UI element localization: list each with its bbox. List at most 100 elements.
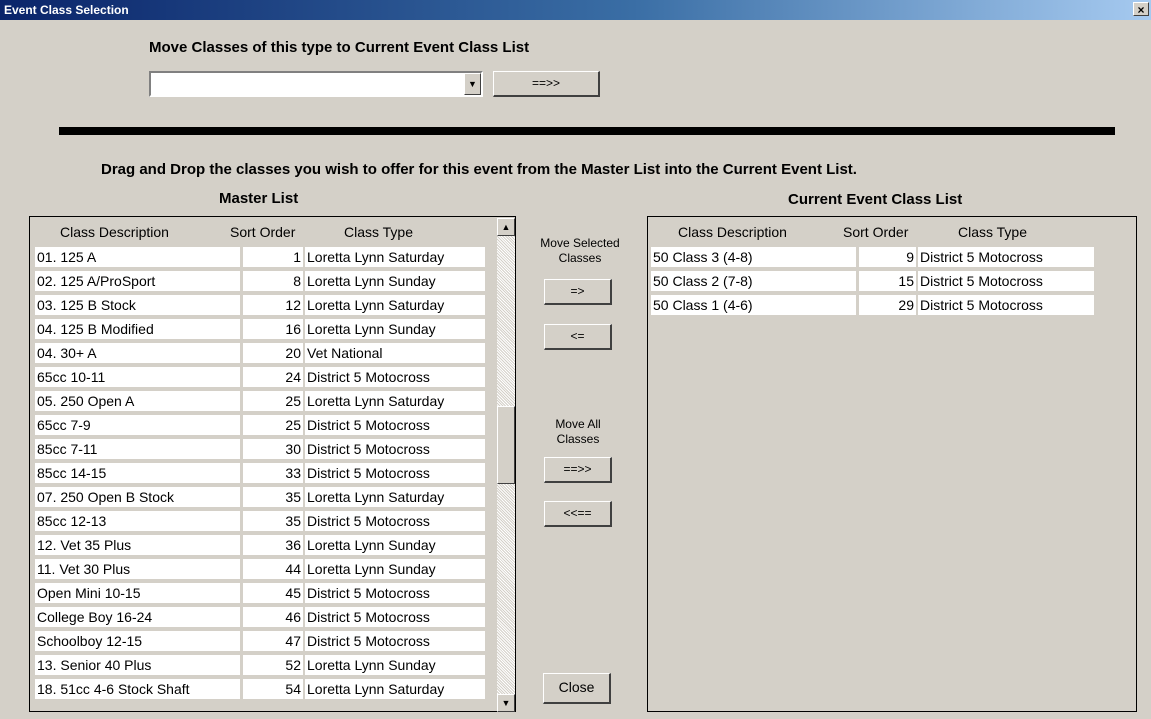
master-scrollbar[interactable]: ▲ ▼ xyxy=(497,218,515,712)
sort-order-cell: 52 xyxy=(243,655,303,675)
sort-order-cell: 25 xyxy=(243,415,303,435)
list-row[interactable]: 01. 125 A 1 Loretta Lynn Saturday xyxy=(30,247,515,267)
class-description-cell: 85cc 7-11 xyxy=(35,439,240,459)
list-row[interactable]: 18. 51cc 4-6 Stock Shaft 54 Loretta Lynn S… xyxy=(30,679,515,699)
sort-order-cell: 45 xyxy=(243,583,303,603)
class-type-cell: District 5 Motocross xyxy=(305,415,485,435)
sort-order-cell: 9 xyxy=(859,247,916,267)
class-type-cell: District 5 Motocross xyxy=(305,463,485,483)
list-row[interactable]: 05. 250 Open A 25 Loretta Lynn Saturday xyxy=(30,391,515,411)
move-type-button[interactable]: ==>> xyxy=(493,71,600,97)
class-type-cell: District 5 Motocross xyxy=(305,607,485,627)
class-description-cell: 50 Class 3 (4-8) xyxy=(651,247,856,267)
class-description-cell: 01. 125 A xyxy=(35,247,240,267)
class-type-cell: Loretta Lynn Sunday xyxy=(305,535,485,555)
class-type-combo[interactable]: ▼ xyxy=(149,71,483,97)
class-description-cell: College Boy 16-24 xyxy=(35,607,240,627)
class-description-cell: 50 Class 1 (4-6) xyxy=(651,295,856,315)
column-header-class-type[interactable]: Class Type xyxy=(958,224,1027,240)
sort-order-cell: 46 xyxy=(243,607,303,627)
class-description-cell: 85cc 14-15 xyxy=(35,463,240,483)
class-type-cell: Loretta Lynn Saturday xyxy=(305,487,485,507)
list-row[interactable]: College Boy 16-24 46 District 5 Motocross xyxy=(30,607,515,627)
sort-order-cell: 15 xyxy=(859,271,916,291)
class-type-cell: Loretta Lynn Sunday xyxy=(305,271,485,291)
class-description-cell: Schoolboy 12-15 xyxy=(35,631,240,651)
scroll-down-icon[interactable]: ▼ xyxy=(497,694,515,712)
list-row[interactable]: 02. 125 A/ProSport 8 Loretta Lynn Sunday xyxy=(30,271,515,291)
class-type-cell: Loretta Lynn Sunday xyxy=(305,655,485,675)
list-row[interactable]: 13. Senior 40 Plus 52 Loretta Lynn Sunday xyxy=(30,655,515,675)
title-bar: Event Class Selection × xyxy=(0,0,1151,20)
column-header-description[interactable]: Class Description xyxy=(678,224,787,240)
list-row[interactable]: 07. 250 Open B Stock 35 Loretta Lynn Satur… xyxy=(30,487,515,507)
list-row[interactable]: Open Mini 10-15 45 District 5 Motocross xyxy=(30,583,515,603)
list-row[interactable]: 04. 125 B Modified 16 Loretta Lynn Sunday xyxy=(30,319,515,339)
class-description-cell: 85cc 12-13 xyxy=(35,511,240,531)
current-event-list[interactable]: Class Description Sort Order Class Type … xyxy=(647,216,1137,712)
sort-order-cell: 33 xyxy=(243,463,303,483)
list-row[interactable]: 04. 30+ A 20 Vet National xyxy=(30,343,515,363)
sort-order-cell: 1 xyxy=(243,247,303,267)
class-description-cell: Open Mini 10-15 xyxy=(35,583,240,603)
sort-order-cell: 35 xyxy=(243,511,303,531)
class-description-cell: 11. Vet 30 Plus xyxy=(35,559,240,579)
list-row[interactable]: 65cc 7-9 25 District 5 Motocross xyxy=(30,415,515,435)
column-header-class-type[interactable]: Class Type xyxy=(344,224,413,240)
window-title: Event Class Selection xyxy=(4,3,129,17)
sort-order-cell: 47 xyxy=(243,631,303,651)
class-type-cell: Vet National xyxy=(305,343,485,363)
list-row[interactable]: Schoolboy 12-15 47 District 5 Motocross xyxy=(30,631,515,651)
class-type-cell: District 5 Motocross xyxy=(918,247,1094,267)
class-type-cell: Loretta Lynn Saturday xyxy=(305,391,485,411)
list-row[interactable]: 11. Vet 30 Plus 44 Loretta Lynn Sunday xyxy=(30,559,515,579)
list-row[interactable]: 50 Class 2 (7-8) 15 District 5 Motocross xyxy=(648,271,1136,291)
close-button[interactable]: Close xyxy=(543,673,611,704)
class-description-cell: 12. Vet 35 Plus xyxy=(35,535,240,555)
add-selected-button[interactable]: => xyxy=(544,279,612,305)
sort-order-cell: 35 xyxy=(243,487,303,507)
sort-order-cell: 36 xyxy=(243,535,303,555)
master-list[interactable]: Class Description Sort Order Class Type … xyxy=(29,216,516,712)
list-row[interactable]: 50 Class 3 (4-8) 9 District 5 Motocross xyxy=(648,247,1136,267)
remove-all-button[interactable]: <<== xyxy=(544,501,612,527)
column-header-sort-order[interactable]: Sort Order xyxy=(843,224,908,240)
class-description-cell: 07. 250 Open B Stock xyxy=(35,487,240,507)
column-header-sort-order[interactable]: Sort Order xyxy=(230,224,295,240)
class-description-cell: 50 Class 2 (7-8) xyxy=(651,271,856,291)
class-type-cell: Loretta Lynn Saturday xyxy=(305,295,485,315)
column-header-description[interactable]: Class Description xyxy=(60,224,169,240)
scroll-thumb[interactable] xyxy=(497,406,515,484)
close-icon[interactable]: × xyxy=(1133,2,1149,17)
class-type-cell: Loretta Lynn Saturday xyxy=(305,679,485,699)
sort-order-cell: 30 xyxy=(243,439,303,459)
list-row[interactable]: 85cc 12-13 35 District 5 Motocross xyxy=(30,511,515,531)
sort-order-cell: 24 xyxy=(243,367,303,387)
list-row[interactable]: 50 Class 1 (4-6) 29 District 5 Motocross xyxy=(648,295,1136,315)
add-all-button[interactable]: ==>> xyxy=(544,457,612,483)
class-type-cell: District 5 Motocross xyxy=(305,367,485,387)
move-all-label: Move All Classes xyxy=(555,417,601,446)
class-description-cell: 02. 125 A/ProSport xyxy=(35,271,240,291)
sort-order-cell: 8 xyxy=(243,271,303,291)
scroll-up-icon[interactable]: ▲ xyxy=(497,218,515,236)
list-row[interactable]: 85cc 14-15 33 District 5 Motocross xyxy=(30,463,515,483)
class-description-cell: 65cc 7-9 xyxy=(35,415,240,435)
remove-selected-button[interactable]: <= xyxy=(544,324,612,350)
sort-order-cell: 54 xyxy=(243,679,303,699)
sort-order-cell: 12 xyxy=(243,295,303,315)
sort-order-cell: 25 xyxy=(243,391,303,411)
current-list-title: Current Event Class List xyxy=(788,191,963,208)
list-row[interactable]: 65cc 10-11 24 District 5 Motocross xyxy=(30,367,515,387)
sort-order-cell: 29 xyxy=(859,295,916,315)
list-row[interactable]: 85cc 7-11 30 District 5 Motocross xyxy=(30,439,515,459)
list-row[interactable]: 12. Vet 35 Plus 36 Loretta Lynn Sunday xyxy=(30,535,515,555)
class-description-cell: 18. 51cc 4-6 Stock Shaft xyxy=(35,679,240,699)
chevron-down-icon[interactable]: ▼ xyxy=(464,73,481,95)
instruction-text: Drag and Drop the classes you wish to of… xyxy=(101,161,857,178)
move-selected-label: Move Selected Classes xyxy=(540,236,620,265)
class-description-cell: 65cc 10-11 xyxy=(35,367,240,387)
list-row[interactable]: 03. 125 B Stock 12 Loretta Lynn Saturday xyxy=(30,295,515,315)
sort-order-cell: 20 xyxy=(243,343,303,363)
class-description-cell: 04. 125 B Modified xyxy=(35,319,240,339)
